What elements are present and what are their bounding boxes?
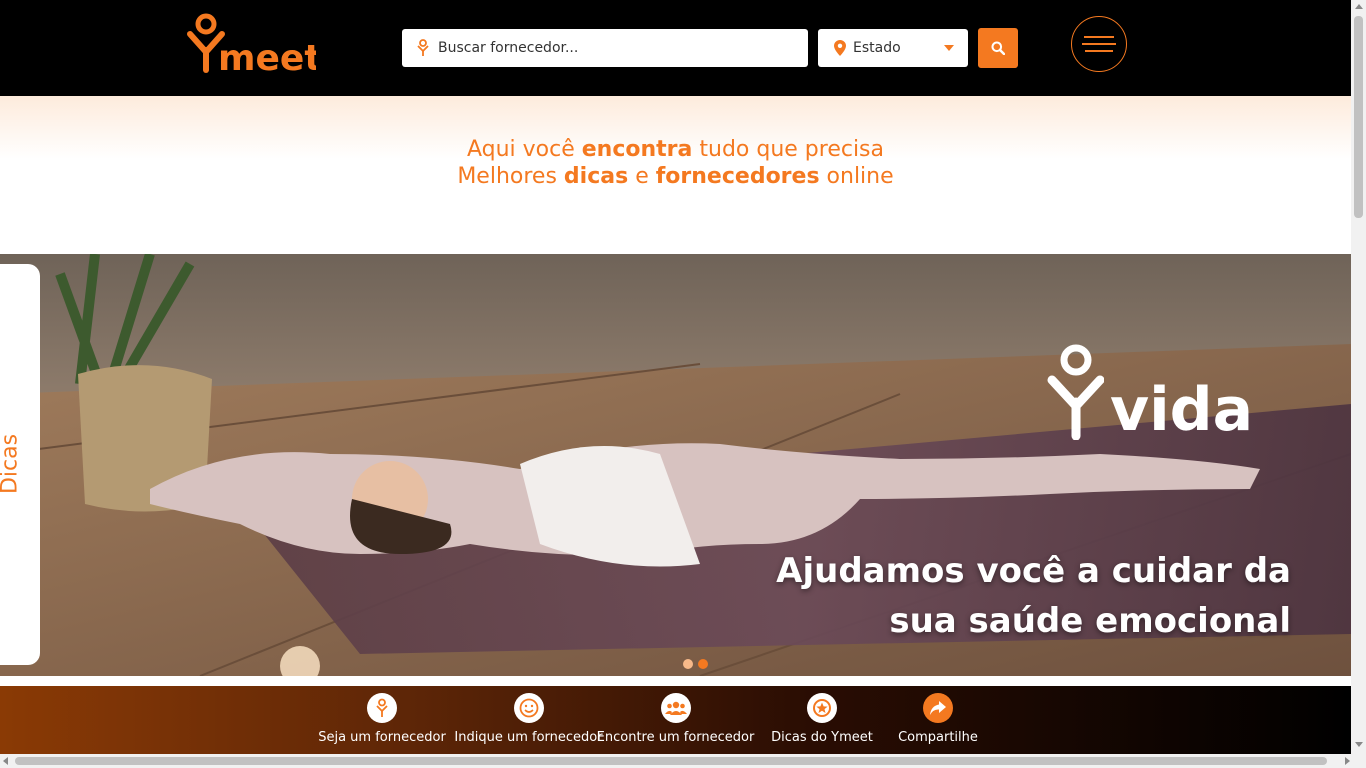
carousel-dot-2[interactable]: [698, 659, 708, 669]
banner-headline-line-2: sua saúde emocional: [889, 601, 1291, 641]
tagline-text: Aqui você: [466, 137, 582, 162]
footer-item-dicas-ymeet[interactable]: Dicas do Ymeet: [768, 686, 876, 754]
tagline-text: tudo que precisa: [692, 137, 885, 162]
banner-headline: Ajudamos você a cuidar da sua saúde emoc…: [776, 546, 1291, 646]
banner-brand-logo: vida: [1046, 344, 1253, 440]
tagline-text: Melhores: [457, 164, 564, 189]
footer-item-compartilhe[interactable]: Compartilhe: [893, 686, 983, 754]
search-icon: [991, 41, 1005, 55]
menu-line-icon: [1085, 50, 1113, 52]
scroll-down-arrow-icon[interactable]: [1355, 742, 1363, 747]
horizontal-scrollbar-thumb[interactable]: [15, 757, 1327, 765]
vertical-scrollbar[interactable]: [1351, 0, 1366, 754]
footer-item-label: Compartilhe: [898, 730, 978, 745]
menu-line-icon: [1084, 36, 1114, 38]
person-pin-icon: [417, 39, 429, 56]
state-select-value: Estado: [853, 40, 901, 56]
search-input[interactable]: [438, 40, 798, 56]
tagline-line-1: Aqui você encontra tudo que precisa: [0, 136, 1351, 163]
bottom-action-bar: Seja um fornecedor Indique um fornecedor…: [0, 686, 1351, 754]
hero-banner-carousel[interactable]: vida Ajudamos você a cuidar da sua saúde…: [0, 254, 1351, 676]
dicas-side-tab[interactable]: Dicas: [0, 264, 40, 665]
footer-item-seja-fornecedor[interactable]: Seja um fornecedor: [318, 686, 446, 754]
location-pin-icon: [834, 40, 846, 56]
tagline: Aqui você encontra tudo que precisa Melh…: [0, 136, 1351, 190]
carousel-dots: [683, 659, 708, 669]
footer-item-label: Indique um fornecedor: [454, 730, 603, 745]
horizontal-scrollbar[interactable]: [0, 754, 1366, 768]
scroll-right-arrow-icon[interactable]: [1345, 757, 1350, 765]
footer-item-label: Seja um fornecedor: [318, 730, 446, 745]
footer-item-label: Encontre um fornecedor: [596, 730, 755, 745]
carousel-dot-1[interactable]: [683, 659, 693, 669]
scroll-up-arrow-icon[interactable]: [1355, 4, 1363, 9]
hamburger-menu-button[interactable]: [1071, 16, 1127, 72]
state-select[interactable]: Estado: [818, 29, 968, 67]
banner-headline-line-1: Ajudamos você a cuidar da: [776, 551, 1291, 591]
tagline-line-2: Melhores dicas e fornecedores online: [0, 163, 1351, 190]
search-button[interactable]: [978, 28, 1018, 68]
tagline-emphasis: fornecedores: [655, 164, 820, 189]
footer-item-indique-fornecedor[interactable]: Indique um fornecedor: [454, 686, 603, 754]
chevron-down-icon: [944, 45, 954, 51]
share-icon: [923, 693, 953, 723]
tagline-text: online: [819, 164, 894, 189]
tagline-emphasis: encontra: [581, 137, 693, 162]
page: meet Estado: [0, 0, 1351, 754]
top-header: meet Estado: [0, 0, 1351, 96]
person-pin-icon: [367, 693, 397, 723]
vertical-scrollbar-thumb[interactable]: [1354, 16, 1363, 218]
menu-line-icon: [1082, 43, 1116, 45]
ymeet-figure-icon: [1047, 344, 1104, 440]
logo-wordmark: meet: [218, 38, 316, 74]
ymeet-logo-icon: meet: [187, 13, 316, 74]
star-badge-icon: [807, 693, 837, 723]
users-icon: [660, 693, 691, 723]
search-field[interactable]: [402, 29, 808, 67]
tagline-text: e: [628, 164, 656, 189]
dicas-side-tab-label: Dicas: [0, 433, 23, 495]
scroll-left-arrow-icon[interactable]: [3, 757, 8, 765]
tagline-section: Aqui você encontra tudo que precisa Melh…: [0, 96, 1351, 254]
footer-item-label: Dicas do Ymeet: [771, 730, 873, 745]
ymeet-logo[interactable]: meet: [186, 12, 316, 74]
smiley-icon: [513, 693, 544, 723]
footer-item-encontre-fornecedor[interactable]: Encontre um fornecedor: [597, 686, 754, 754]
tagline-emphasis: dicas: [563, 164, 629, 189]
banner-brand-word: vida: [1110, 375, 1254, 445]
